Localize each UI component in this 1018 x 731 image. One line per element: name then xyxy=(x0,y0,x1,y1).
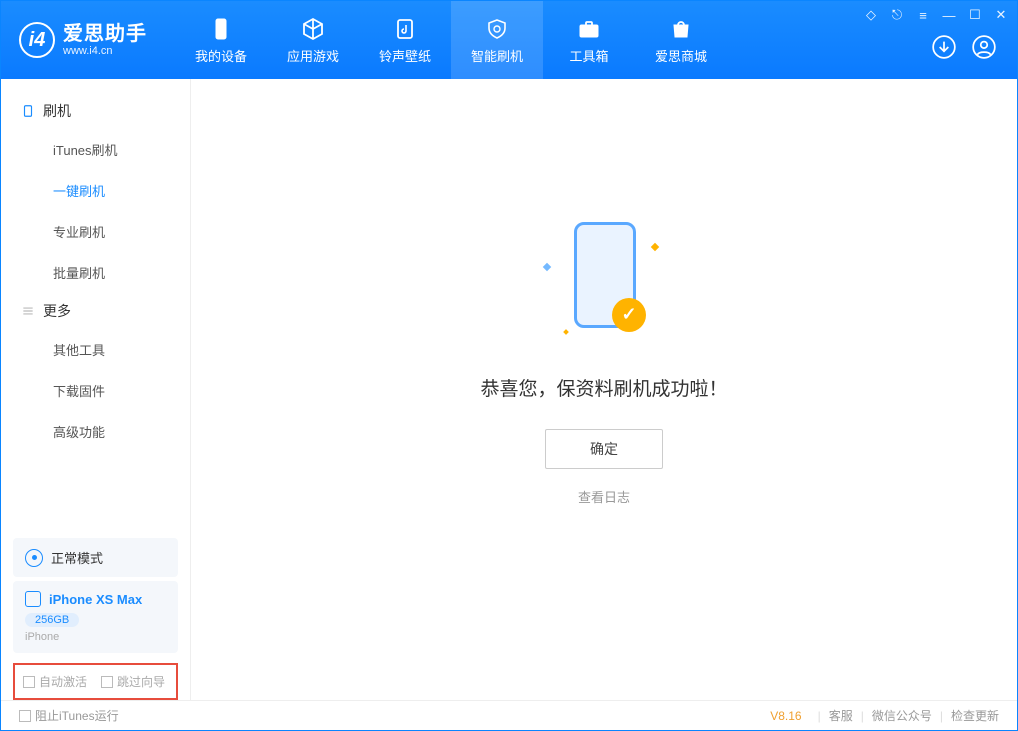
version-label: V8.16 xyxy=(770,709,801,723)
list-icon xyxy=(21,304,35,318)
window-controls: ◇ ⎋ ≡ — ☐ ✕ xyxy=(863,7,1009,23)
nav-ringtones[interactable]: 铃声壁纸 xyxy=(359,1,451,79)
shirt-icon[interactable]: ◇ xyxy=(863,7,879,23)
sidebar-item-oneclick-flash[interactable]: 一键刷机 xyxy=(1,170,190,211)
checkbox-auto-activate[interactable]: 自动激活 xyxy=(23,673,87,690)
sidebar-item-pro-flash[interactable]: 专业刷机 xyxy=(1,211,190,252)
music-icon xyxy=(392,16,418,42)
user-icon[interactable] xyxy=(971,34,997,65)
footer: 阻止iTunes运行 V8.16 | 客服 | 微信公众号 | 检查更新 xyxy=(1,700,1017,730)
device-mode-box[interactable]: 正常模式 xyxy=(13,538,178,577)
main-content: ✓ 恭喜您，保资料刷机成功啦！ 确定 查看日志 xyxy=(191,79,1017,700)
sidebar-section-more: 更多 xyxy=(1,293,190,329)
sidebar-item-itunes-flash[interactable]: iTunes刷机 xyxy=(1,129,190,170)
sidebar-item-download-firmware[interactable]: 下载固件 xyxy=(1,370,190,411)
nav-label: 应用游戏 xyxy=(287,46,339,65)
sidebar-item-other-tools[interactable]: 其他工具 xyxy=(1,329,190,370)
section-label: 更多 xyxy=(43,301,71,321)
check-update-link[interactable]: 检查更新 xyxy=(951,707,999,724)
nav-label: 爱思商城 xyxy=(655,46,707,65)
logo-title: 爱思助手 xyxy=(63,23,147,45)
checkbox-icon xyxy=(101,676,113,688)
checkbox-icon xyxy=(23,676,35,688)
device-name: iPhone XS Max xyxy=(49,592,142,607)
logo-icon: i4 xyxy=(19,22,55,58)
refresh-shield-icon xyxy=(484,16,510,42)
sidebar-item-advanced[interactable]: 高级功能 xyxy=(1,411,190,452)
success-illustration: ✓ xyxy=(534,214,674,354)
bag-icon xyxy=(668,16,694,42)
ok-button[interactable]: 确定 xyxy=(545,429,663,469)
success-message: 恭喜您，保资料刷机成功啦！ xyxy=(480,374,727,401)
device-capacity: 256GB xyxy=(25,613,79,627)
nav-store[interactable]: 爱思商城 xyxy=(635,1,727,79)
nav-apps-games[interactable]: 应用游戏 xyxy=(267,1,359,79)
device-info-box[interactable]: iPhone XS Max 256GB iPhone xyxy=(13,581,178,653)
top-nav: 我的设备 应用游戏 铃声壁纸 智能刷机 工具箱 爱思商城 xyxy=(175,1,727,79)
nav-label: 铃声壁纸 xyxy=(379,46,431,65)
header-actions xyxy=(931,34,997,65)
mode-icon xyxy=(25,549,43,567)
logo-subtitle: www.i4.cn xyxy=(63,45,147,57)
download-icon[interactable] xyxy=(931,34,957,65)
nav-label: 我的设备 xyxy=(195,46,247,65)
checkbox-label: 自动激活 xyxy=(39,673,87,690)
highlighted-options: 自动激活 跳过向导 xyxy=(13,663,178,700)
nav-label: 智能刷机 xyxy=(471,46,523,65)
cube-icon xyxy=(300,16,326,42)
device-icon xyxy=(21,104,35,118)
view-log-link[interactable]: 查看日志 xyxy=(578,487,630,506)
sidebar-item-batch-flash[interactable]: 批量刷机 xyxy=(1,252,190,293)
checkbox-icon xyxy=(19,710,31,722)
toolbox-icon xyxy=(576,16,602,42)
menu-icon[interactable]: ≡ xyxy=(915,8,931,23)
close-button[interactable]: ✕ xyxy=(993,7,1009,23)
success-check-icon: ✓ xyxy=(612,298,646,332)
checkbox-skip-guide[interactable]: 跳过向导 xyxy=(101,673,165,690)
nav-my-device[interactable]: 我的设备 xyxy=(175,1,267,79)
app-logo: i4 爱思助手 www.i4.cn xyxy=(1,22,165,58)
wechat-link[interactable]: 微信公众号 xyxy=(872,707,932,724)
minimize-button[interactable]: — xyxy=(941,8,957,23)
device-icon xyxy=(25,591,41,607)
phone-icon xyxy=(208,16,234,42)
nav-toolbox[interactable]: 工具箱 xyxy=(543,1,635,79)
mode-label: 正常模式 xyxy=(51,548,103,567)
checkbox-label: 跳过向导 xyxy=(117,673,165,690)
nav-flash[interactable]: 智能刷机 xyxy=(451,1,543,79)
support-link[interactable]: 客服 xyxy=(829,707,853,724)
device-type: iPhone xyxy=(25,631,166,643)
sidebar: 刷机 iTunes刷机 一键刷机 专业刷机 批量刷机 更多 其他工具 下载固件 … xyxy=(1,79,191,700)
checkbox-block-itunes[interactable]: 阻止iTunes运行 xyxy=(19,707,119,724)
maximize-button[interactable]: ☐ xyxy=(967,7,983,23)
lock-icon[interactable]: ⎋ xyxy=(889,7,905,23)
checkbox-label: 阻止iTunes运行 xyxy=(35,707,119,724)
header: i4 爱思助手 www.i4.cn 我的设备 应用游戏 铃声壁纸 智能刷机 工具… xyxy=(1,1,1017,79)
section-label: 刷机 xyxy=(43,101,71,121)
sidebar-section-flash: 刷机 xyxy=(1,93,190,129)
nav-label: 工具箱 xyxy=(569,46,608,65)
